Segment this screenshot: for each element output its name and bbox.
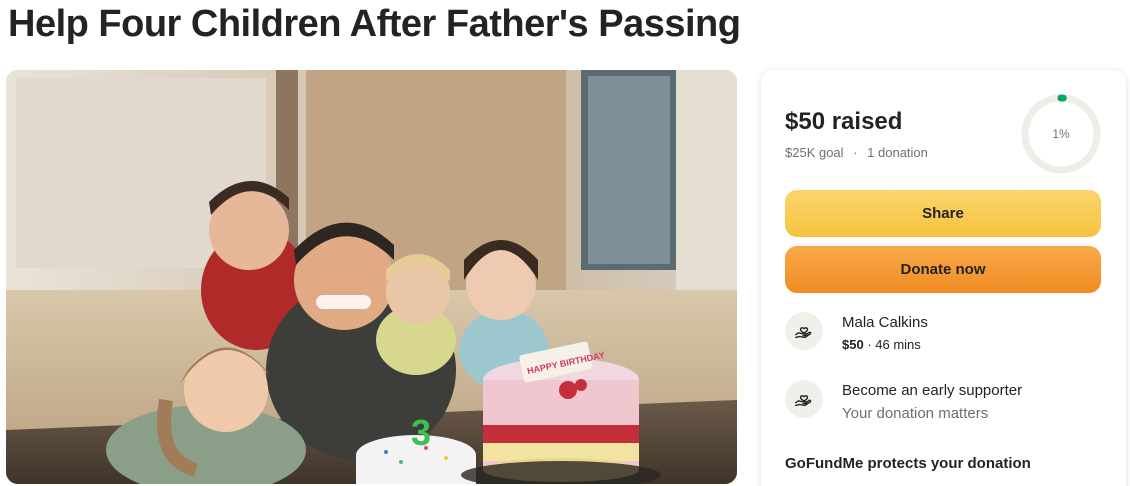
hand-heart-icon xyxy=(785,312,823,350)
recent-donation-item: Mala Calkins $50 · 46 mins xyxy=(785,310,1101,360)
campaign-photo-illustration: 3 HAPPY BIRTHDAY xyxy=(6,70,737,484)
separator-dot: · xyxy=(853,145,858,160)
campaign-photo[interactable]: 3 HAPPY BIRTHDAY xyxy=(6,70,737,484)
cake-topper-number: 3 xyxy=(411,412,431,453)
progress-percent: 1% xyxy=(1052,127,1070,141)
amount-raised: $50 raised xyxy=(785,108,903,135)
early-supporter-subtitle: Your donation matters xyxy=(842,405,989,422)
donor-name: Mala Calkins xyxy=(842,314,928,331)
early-supporter-title: Become an early supporter xyxy=(842,382,1023,399)
page-title: Help Four Children After Father's Passin… xyxy=(8,3,741,45)
donate-now-button[interactable]: Donate now xyxy=(785,246,1101,293)
hand-heart-icon xyxy=(785,380,823,418)
early-supporter-item[interactable]: Become an early supporter Your donation … xyxy=(785,378,1101,428)
donation-amount: $50 xyxy=(842,337,864,352)
goal-amount: $25K goal xyxy=(785,145,844,160)
share-button[interactable]: Share xyxy=(785,190,1101,237)
donation-count: 1 donation xyxy=(867,145,928,160)
protection-link[interactable]: GoFundMe protects your donation xyxy=(785,455,1031,472)
donation-card: $50 raised $25K goal · 1 donation 1% Sha… xyxy=(761,70,1126,486)
donation-meta: $50 · 46 mins xyxy=(842,337,921,352)
donation-time: · 46 mins xyxy=(863,337,921,352)
goal-summary: $25K goal · 1 donation xyxy=(785,145,928,160)
